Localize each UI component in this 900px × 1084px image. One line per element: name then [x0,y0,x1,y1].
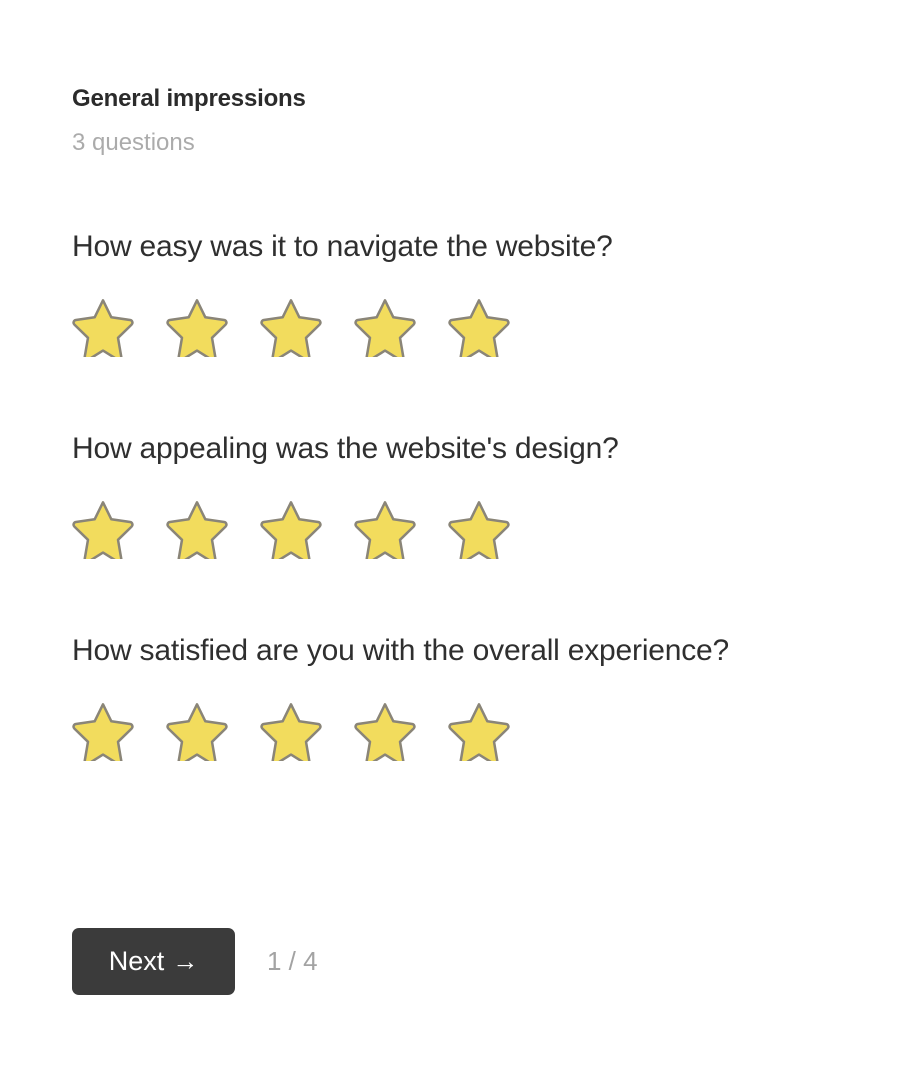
arrow-right-icon: → [172,946,199,976]
star-icon[interactable] [260,486,354,562]
star-icon[interactable] [166,688,260,764]
next-button-label: Next [108,946,165,976]
question-block: How easy was it to navigate the website? [72,228,852,360]
star-icon[interactable] [354,486,448,562]
star-rating-satisfaction[interactable] [72,688,852,764]
star-icon[interactable] [448,284,542,360]
star-icon[interactable] [72,688,166,764]
question-block: How appealing was the website's design? [72,430,852,562]
footer-navigation: Next → 1 / 4 [72,928,318,995]
star-icon[interactable] [166,284,260,360]
star-icon[interactable] [260,284,354,360]
star-icon[interactable] [166,486,260,562]
star-icon[interactable] [354,284,448,360]
section-header: General impressions 3 questions [72,84,306,158]
section-question-count: 3 questions [72,129,195,156]
star-icon[interactable] [72,284,166,360]
question-label: How easy was it to navigate the website? [72,230,613,263]
star-icon[interactable] [448,688,542,764]
page-counter: 1 / 4 [267,946,318,976]
star-rating-navigate[interactable] [72,284,852,360]
survey-page: General impressions 3 questions How easy… [0,0,900,1084]
star-icon[interactable] [354,688,448,764]
question-label: How satisfied are you with the overall e… [72,634,730,667]
next-button[interactable]: Next → [72,928,235,995]
star-icon[interactable] [72,486,166,562]
star-icon[interactable] [448,486,542,562]
star-rating-design[interactable] [72,486,852,562]
section-title: General impressions [72,85,306,112]
question-block: How satisfied are you with the overall e… [72,632,852,764]
question-list: How easy was it to navigate the website? [72,228,852,764]
question-label: How appealing was the website's design? [72,432,619,465]
star-icon[interactable] [260,688,354,764]
